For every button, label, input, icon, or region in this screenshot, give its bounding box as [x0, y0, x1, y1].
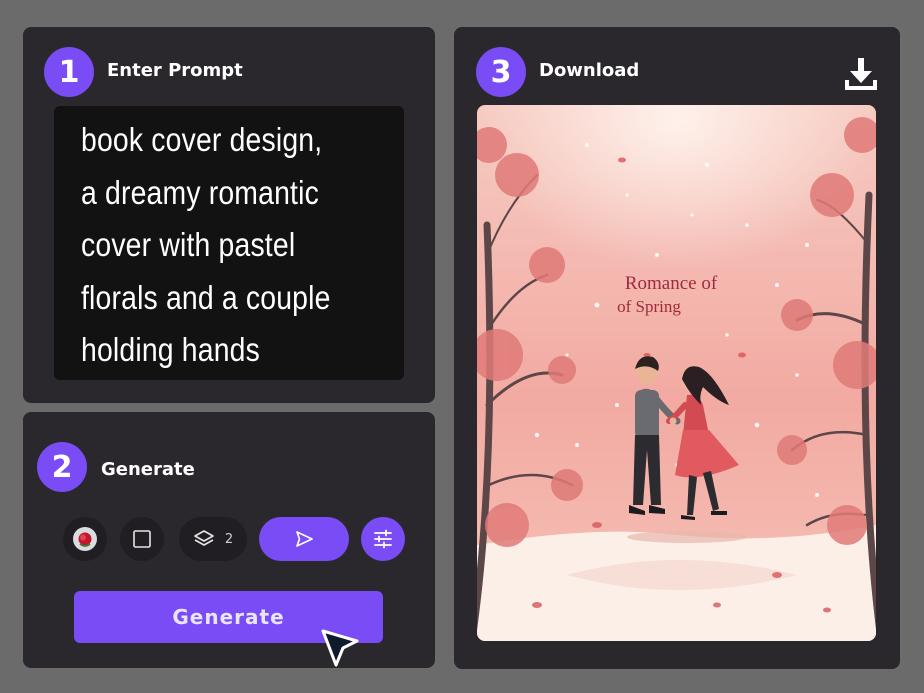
rose-thumbnail-icon — [73, 527, 97, 551]
prompt-panel: 1 Enter Prompt book cover design, a drea… — [23, 27, 435, 403]
style-thumbnail-button[interactable] — [63, 517, 107, 561]
prompt-line: cover with pastel — [81, 226, 296, 263]
mouse-cursor-icon — [321, 629, 359, 667]
sliders-icon — [374, 529, 392, 549]
prompt-input[interactable]: book cover design, a dreamy romantic cov… — [54, 106, 404, 380]
prompt-line: a dreamy romantic — [81, 173, 319, 211]
generated-book-cover[interactable]: Romance of of Spring — [477, 105, 876, 641]
prompt-line: florals and a couple — [81, 278, 331, 316]
cover-illustration: Romance of of Spring — [477, 105, 876, 641]
image-count-button[interactable]: 2 — [179, 517, 247, 561]
cover-title-line2: of Spring — [617, 297, 681, 316]
step-1-badge: 1 — [44, 47, 94, 97]
prompt-panel-title: Enter Prompt — [107, 60, 243, 81]
step-3-badge: 3 — [476, 47, 526, 97]
download-panel-title: Download — [539, 60, 640, 81]
aspect-ratio-button[interactable] — [120, 517, 164, 561]
download-icon[interactable] — [844, 56, 878, 90]
generate-panel: 2 Generate 2 Generate — [23, 412, 435, 668]
download-panel: 3 Download Romance of of Spring — [454, 27, 900, 669]
settings-button[interactable] — [361, 517, 405, 561]
prompt-line: holding hands — [81, 331, 260, 368]
step-2-badge: 2 — [37, 442, 87, 492]
send-button[interactable] — [259, 517, 349, 561]
cover-title-line1: Romance of — [625, 273, 718, 294]
square-icon — [133, 530, 151, 548]
send-icon — [296, 531, 313, 547]
layers-icon — [194, 530, 214, 546]
prompt-line: book cover design, — [81, 121, 323, 158]
image-count-label: 2 — [224, 531, 234, 547]
generate-panel-title: Generate — [101, 459, 195, 480]
